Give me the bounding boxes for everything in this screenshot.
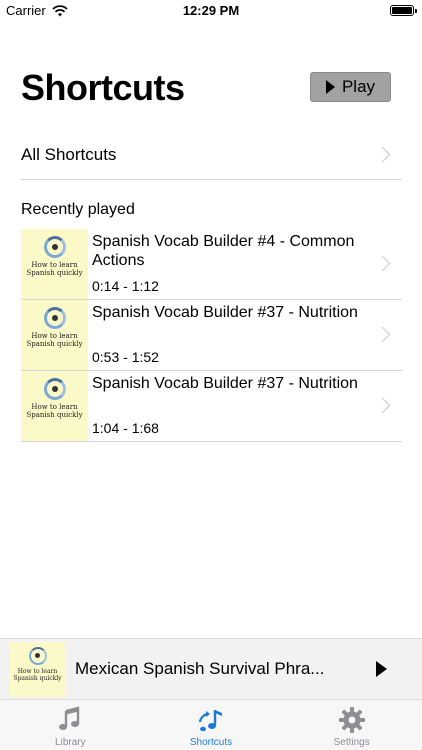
- recently-played-list: How to learn Spanish quickly Spanish Voc…: [21, 229, 402, 442]
- album-art-text: How to learn Spanish quickly: [26, 261, 83, 277]
- all-shortcuts-row[interactable]: All Shortcuts: [21, 130, 402, 180]
- recently-played-heading: Recently played: [21, 201, 135, 218]
- battery-icon: [390, 5, 417, 16]
- tab-label: Shortcuts: [189, 737, 233, 748]
- item-time-range: 0:14 - 1:12: [92, 278, 159, 294]
- mini-player-art: How to learn Spanish quickly: [10, 642, 65, 697]
- tab-settings[interactable]: Settings: [281, 700, 422, 750]
- album-art-text: How to learn Spanish quickly: [13, 668, 62, 682]
- tab-bar: Library Shortcuts Settings: [0, 699, 422, 750]
- mini-player-play-button[interactable]: [373, 659, 389, 679]
- music-note-icon: [59, 706, 80, 730]
- play-icon: [325, 80, 335, 94]
- album-art: How to learn Spanish quickly: [21, 229, 88, 299]
- logo-icon: [43, 236, 66, 258]
- chevron-right-icon: [374, 397, 391, 414]
- album-art-text: How to learn Spanish quickly: [26, 332, 83, 348]
- album-art-text: How to learn Spanish quickly: [26, 403, 83, 419]
- album-art: How to learn Spanish quickly: [21, 300, 88, 370]
- item-time-range: 1:04 - 1:68: [92, 420, 159, 436]
- mini-player[interactable]: How to learn Spanish quickly Mexican Spa…: [0, 638, 422, 699]
- tab-library[interactable]: Library: [0, 700, 141, 750]
- gear-icon: [338, 707, 365, 733]
- list-item[interactable]: How to learn Spanish quickly Spanish Voc…: [21, 229, 402, 300]
- play-icon: [376, 661, 387, 677]
- chevron-right-icon: [374, 146, 391, 163]
- mini-player-title: Mexican Spanish Survival Phra...: [75, 659, 325, 678]
- list-item[interactable]: How to learn Spanish quickly Spanish Voc…: [21, 300, 402, 371]
- tab-label: Settings: [333, 737, 370, 748]
- list-item[interactable]: How to learn Spanish quickly Spanish Voc…: [21, 371, 402, 442]
- clock: 12:29 PM: [182, 3, 240, 18]
- logo-icon: [43, 378, 66, 400]
- tab-label: Library: [55, 737, 86, 748]
- item-title: Spanish Vocab Builder #4 - Common Action…: [92, 233, 355, 269]
- logo-icon: [28, 647, 47, 665]
- chevron-right-icon: [374, 326, 391, 343]
- shortcut-music-icon: [198, 710, 222, 732]
- logo-icon: [43, 307, 66, 329]
- all-shortcuts-label: All Shortcuts: [21, 145, 117, 164]
- item-time-range: 0:53 - 1:52: [92, 349, 159, 365]
- item-title: Spanish Vocab Builder #37 - Nutrition: [92, 375, 358, 392]
- item-title: Spanish Vocab Builder #37 - Nutrition: [92, 304, 358, 321]
- tab-shortcuts[interactable]: Shortcuts: [141, 700, 282, 750]
- page-title: Shortcuts: [21, 67, 185, 108]
- play-all-button[interactable]: Play: [310, 72, 391, 102]
- album-art: How to learn Spanish quickly: [21, 371, 88, 441]
- status-bar: Carrier 12:29 PM: [0, 0, 422, 22]
- play-button-label: Play: [341, 77, 376, 96]
